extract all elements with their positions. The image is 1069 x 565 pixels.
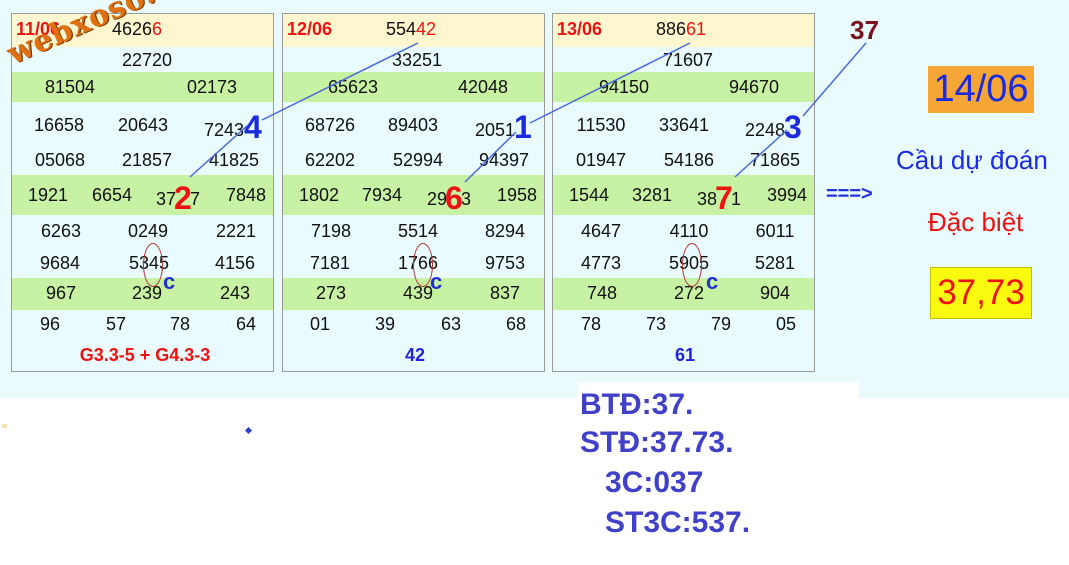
connector-lines <box>189 42 867 183</box>
notes-box: BTĐ:37. STĐ:37.73. 3C:037 ST3C:537. <box>578 382 859 547</box>
arrow-indicator: ===> <box>826 183 873 205</box>
top-label: 37 <box>850 15 879 45</box>
connector-line <box>734 129 788 178</box>
connector-line <box>529 42 691 124</box>
note-std: STĐ:37.73. <box>580 426 734 459</box>
prediction-type: Đặc biệt <box>928 207 1024 237</box>
connector-line <box>189 124 249 178</box>
prediction-result: 37,73 <box>930 267 1032 319</box>
note-st3c: ST3C:537. <box>605 506 751 539</box>
note-btd: BTĐ:37. <box>580 388 694 421</box>
note-3c: 3C:037 <box>605 466 704 499</box>
prediction-date: 14/06 <box>928 66 1034 113</box>
connector-line <box>261 42 419 121</box>
connector-line <box>802 42 867 117</box>
connector-line <box>464 131 517 183</box>
prediction-title: Cầu dự đoán <box>896 145 1048 175</box>
stray-mark <box>2 424 7 428</box>
